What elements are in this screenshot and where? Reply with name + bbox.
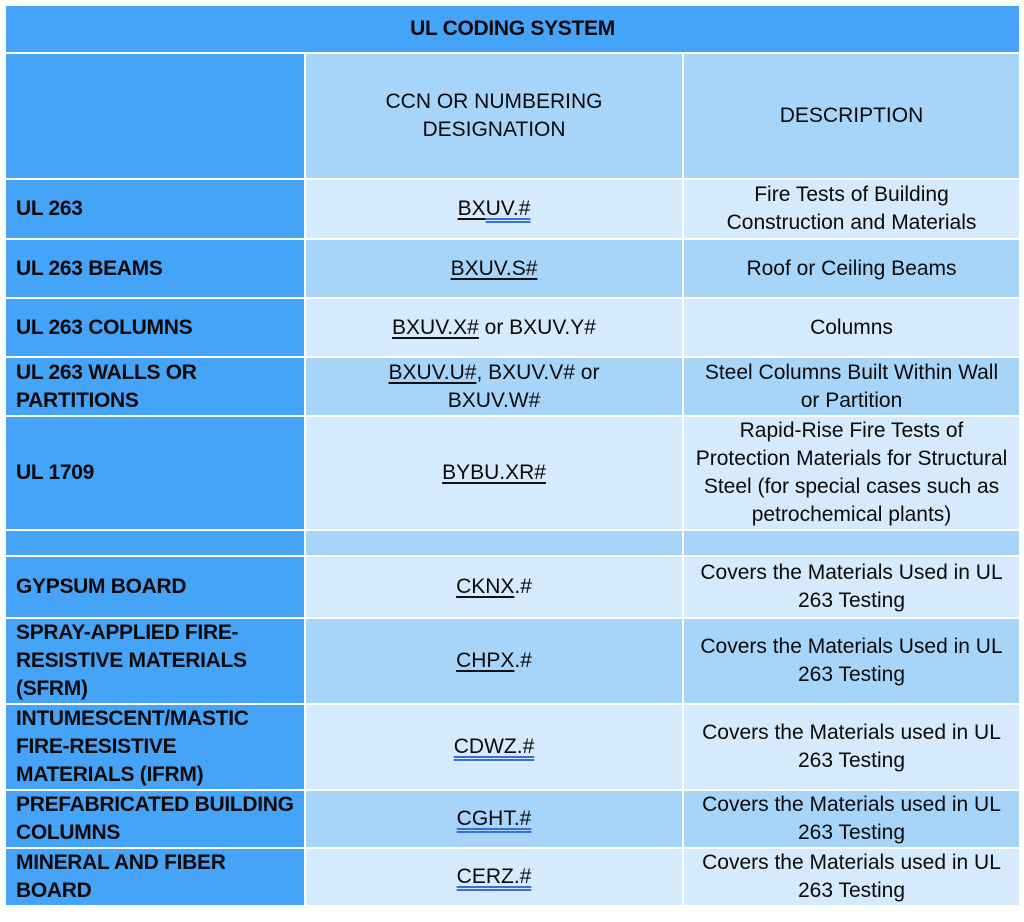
code-spellcheck-underlined[interactable]: CDWZ.# <box>454 735 535 758</box>
table-row <box>6 531 1019 555</box>
row-description: Covers the Materials used in UL 263 Test… <box>684 705 1019 789</box>
code-link[interactable]: BYBU.XR# <box>442 461 546 484</box>
table-row: INTUMESCENT/MASTIC FIRE-RESISTIVE MATERI… <box>6 705 1019 789</box>
table-row: UL 263 BEAMS BXUV.S# Roof or Ceiling Beams <box>6 240 1019 297</box>
table-row: UL 263 WALLS OR PARTITIONS BXUV.U#, BXUV.… <box>6 358 1019 415</box>
row-description: Covers the Materials Used in UL 263 Test… <box>684 619 1019 703</box>
table-row: GYPSUM BOARD CKNX.# Covers the Materials U… <box>6 557 1019 617</box>
row-description: Covers the Materials used in UL 263 Test… <box>684 791 1019 847</box>
row-code: CERZ.# <box>306 849 682 905</box>
row-code: CKNX.# <box>306 557 682 617</box>
row-label <box>6 531 304 555</box>
table-row: SPRAY-APPLIED FIRE-RESISTIVE MATERIALS (… <box>6 619 1019 703</box>
row-description: Covers the Materials used in UL 263 Test… <box>684 849 1019 905</box>
code-spellcheck-underlined[interactable]: CERZ.# <box>457 865 532 888</box>
code-spellcheck-underlined[interactable]: CGHT.# <box>457 807 532 830</box>
code-rest: or BXUV.Y# <box>478 315 596 339</box>
code-link[interactable]: CKNX <box>456 575 514 598</box>
table-row: UL 263 BXUV.# Fire Tests of Building Const… <box>6 180 1019 238</box>
code-link[interactable]: BXUV.U# <box>389 361 477 384</box>
row-code: BXUV.S# <box>306 240 682 297</box>
row-label: UL 263 BEAMS <box>6 240 304 297</box>
code-link[interactable]: BX <box>458 197 486 220</box>
row-code: CDWZ.# <box>306 705 682 789</box>
code-rest: .# <box>514 649 532 672</box>
code-link[interactable]: BXUV.X# <box>392 316 479 339</box>
row-label: GYPSUM BOARD <box>6 557 304 617</box>
row-label: INTUMESCENT/MASTIC FIRE-RESISTIVE MATERI… <box>6 705 304 789</box>
row-description: Steel Columns Built Within Wall or Parti… <box>684 358 1019 415</box>
row-description: Covers the Materials Used in UL 263 Test… <box>684 557 1019 617</box>
row-description <box>684 531 1019 555</box>
code-spellcheck-underlined[interactable]: UV.# <box>486 197 531 220</box>
header-row: CCN OR NUMBERING DESIGNATION DESCRIPTION <box>6 54 1019 178</box>
row-code: BXUV.X# or BXUV.Y# <box>306 299 682 356</box>
row-label: UL 263 <box>6 180 304 238</box>
row-code: BXUV.U#, BXUV.V# or BXUV.W# <box>306 358 682 415</box>
row-label: MINERAL AND FIBER BOARD <box>6 849 304 905</box>
row-description: Fire Tests of Building Construction and … <box>684 180 1019 238</box>
row-code: BXUV.# <box>306 180 682 238</box>
header-code: CCN OR NUMBERING DESIGNATION <box>306 54 682 178</box>
row-description: Columns <box>684 299 1019 356</box>
header-code-text: CCN OR NUMBERING DESIGNATION <box>385 90 603 141</box>
title-row: UL CODING SYSTEM <box>6 6 1019 52</box>
row-label: SPRAY-APPLIED FIRE-RESISTIVE MATERIALS (… <box>6 619 304 703</box>
row-label: UL 263 WALLS OR PARTITIONS <box>6 358 304 415</box>
row-label: UL 1709 <box>6 417 304 529</box>
table-title: UL CODING SYSTEM <box>6 6 1019 52</box>
ul-coding-system-table: UL CODING SYSTEM CCN OR NUMBERING DESIGN… <box>4 4 1021 907</box>
table-row: PREFABRICATED BUILDING COLUMNS CGHT.# Cove… <box>6 791 1019 847</box>
row-label: UL 263 COLUMNS <box>6 299 304 356</box>
code-link[interactable]: BXUV.S# <box>451 257 538 280</box>
header-description: DESCRIPTION <box>684 54 1019 178</box>
row-code <box>306 531 682 555</box>
row-code: CHPX.# <box>306 619 682 703</box>
code-rest: .# <box>514 575 532 598</box>
code-link[interactable]: CHPX <box>456 649 514 672</box>
row-description: Roof or Ceiling Beams <box>684 240 1019 297</box>
row-label: PREFABRICATED BUILDING COLUMNS <box>6 791 304 847</box>
row-description: Rapid-Rise Fire Tests of Protection Mate… <box>684 417 1019 529</box>
table-row: MINERAL AND FIBER BOARD CERZ.# Covers the … <box>6 849 1019 905</box>
header-label-cell <box>6 54 304 178</box>
table-row: UL 1709 BYBU.XR# Rapid-Rise Fire Tests of … <box>6 417 1019 529</box>
row-code: CGHT.# <box>306 791 682 847</box>
table-row: UL 263 COLUMNS BXUV.X# or BXUV.Y# Columns <box>6 299 1019 356</box>
row-code: BYBU.XR# <box>306 417 682 529</box>
